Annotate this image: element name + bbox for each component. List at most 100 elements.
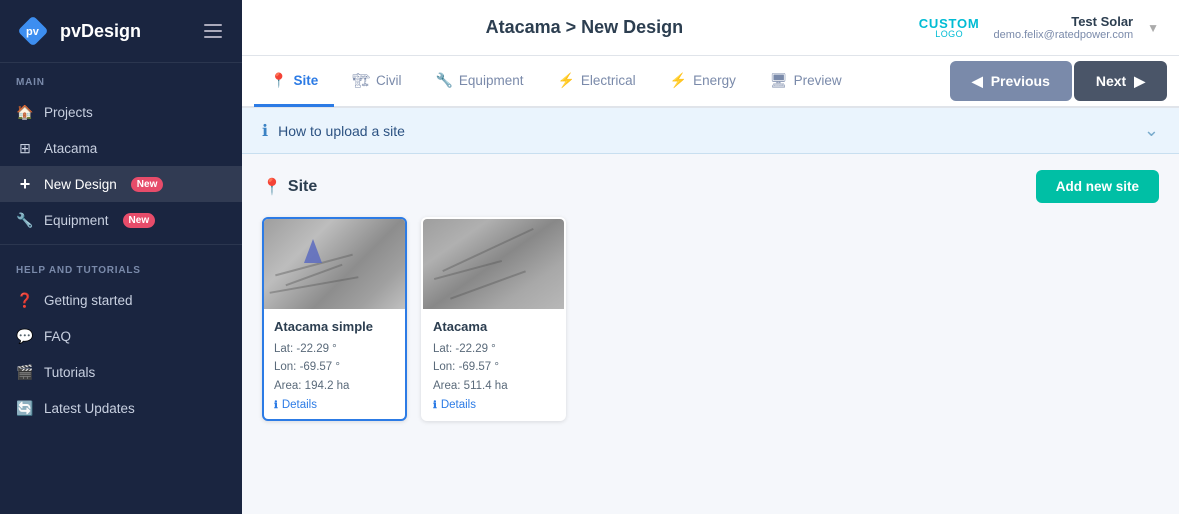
info-circle-icon: ℹ xyxy=(262,121,268,141)
refresh-icon: 🔄 xyxy=(16,399,34,417)
site-card-atacama[interactable]: Atacama Lat: -22.29 ° Lon: -69.57 ° Area… xyxy=(421,217,566,421)
main-area: Atacama > New Design CUSTOM LOGO Test So… xyxy=(242,0,1179,514)
tab-energy[interactable]: ⚡ Energy xyxy=(654,57,752,107)
sidebar-item-label: Getting started xyxy=(44,293,133,308)
tab-label: Site xyxy=(293,73,318,88)
sidebar-item-equipment[interactable]: 🔧 Equipment New xyxy=(0,202,242,238)
chevron-down-icon: ⌄ xyxy=(1144,120,1159,141)
details-label-1: Details xyxy=(282,399,317,411)
user-info: Test Solar demo.felix@ratedpower.com xyxy=(994,14,1134,41)
home-icon: 🏠 xyxy=(16,103,34,121)
pin-icon: 📍 xyxy=(270,72,287,89)
tab-label: Equipment xyxy=(459,73,524,88)
info-banner[interactable]: ℹ How to upload a site ⌄ xyxy=(242,108,1179,154)
add-new-site-button[interactable]: Add new site xyxy=(1036,170,1159,203)
user-chevron-icon[interactable]: ▼ xyxy=(1147,21,1159,35)
sidebar-item-label: Latest Updates xyxy=(44,401,135,416)
site-card-body-2: Atacama Lat: -22.29 ° Lon: -69.57 ° Area… xyxy=(423,309,564,419)
header-right: CUSTOM LOGO Test Solar demo.felix@ratedp… xyxy=(919,14,1159,41)
svg-text:pv: pv xyxy=(26,26,40,38)
site-title: 📍 Site xyxy=(262,177,317,197)
previous-label: Previous xyxy=(991,73,1050,89)
electrical-icon: ⚡ xyxy=(557,72,574,89)
sidebar-item-latest-updates[interactable]: 🔄 Latest Updates xyxy=(0,390,242,426)
civil-icon: 🏗 xyxy=(352,72,370,89)
content-area: ℹ How to upload a site ⌄ 📍 Site Add new … xyxy=(242,108,1179,514)
sidebar-item-label: FAQ xyxy=(44,329,71,344)
question-circle-icon: ❓ xyxy=(16,291,34,309)
site-card-name-2: Atacama xyxy=(433,319,554,334)
site-card-details-link-2[interactable]: ℹ Details xyxy=(433,399,554,411)
site-card-lon-2: Lon: -69.57 ° xyxy=(433,358,554,376)
pvdesign-logo-icon: pv xyxy=(16,14,50,48)
preview-icon: 🖥 xyxy=(770,72,788,89)
tab-label: Preview xyxy=(794,73,842,88)
tab-civil[interactable]: 🏗 Civil xyxy=(336,57,417,107)
tab-label: Energy xyxy=(693,73,736,88)
sidebar-item-label: Tutorials xyxy=(44,365,95,380)
site-card-name-1: Atacama simple xyxy=(274,319,395,334)
equipment-tab-icon: 🔧 xyxy=(435,72,452,89)
next-arrow-icon: ▶ xyxy=(1134,73,1145,90)
sidebar-item-atacama[interactable]: ⊞ Atacama xyxy=(0,130,242,166)
sidebar-item-label: Atacama xyxy=(44,141,97,156)
equipment-new-badge: New xyxy=(123,213,156,228)
sidebar-item-faq[interactable]: 💬 FAQ xyxy=(0,318,242,354)
tab-label: Civil xyxy=(376,73,402,88)
site-card-thumb-2 xyxy=(423,219,564,309)
top-header: Atacama > New Design CUSTOM LOGO Test So… xyxy=(242,0,1179,56)
info-icon-small-2: ℹ xyxy=(433,400,437,411)
page-title: Atacama > New Design xyxy=(262,17,907,38)
sidebar-item-new-design[interactable]: + New Design New xyxy=(0,166,242,202)
wrench-icon: 🔧 xyxy=(16,211,34,229)
sidebar-item-label: New Design xyxy=(44,177,117,192)
custom-sub: LOGO xyxy=(935,30,963,39)
site-cards: Atacama simple Lat: -22.29 ° Lon: -69.57… xyxy=(262,217,1159,421)
site-card-atacama-simple[interactable]: Atacama simple Lat: -22.29 ° Lon: -69.57… xyxy=(262,217,407,421)
sidebar: pv pvDesign MAIN 🏠 Projects ⊞ Atacama + … xyxy=(0,0,242,514)
sidebar-item-label: Projects xyxy=(44,105,93,120)
site-card-lat-1: Lat: -22.29 ° xyxy=(274,340,395,358)
sidebar-item-getting-started[interactable]: ❓ Getting started xyxy=(0,282,242,318)
site-title-text: Site xyxy=(288,178,317,196)
next-button[interactable]: Next ▶ xyxy=(1074,61,1167,101)
site-card-area-2: Area: 511.4 ha xyxy=(433,377,554,395)
site-card-area-1: Area: 194.2 ha xyxy=(274,377,395,395)
grid-icon: ⊞ xyxy=(16,139,34,157)
next-label: Next xyxy=(1096,73,1126,89)
tab-preview[interactable]: 🖥 Preview xyxy=(754,57,858,107)
plus-icon: + xyxy=(16,175,34,193)
custom-logo: CUSTOM LOGO xyxy=(919,17,980,39)
prev-arrow-icon: ◀ xyxy=(972,73,983,90)
sidebar-item-projects[interactable]: 🏠 Projects xyxy=(0,94,242,130)
site-card-thumb-1 xyxy=(264,219,405,309)
video-icon: 🎬 xyxy=(16,363,34,381)
tab-electrical[interactable]: ⚡ Electrical xyxy=(541,57,651,107)
sidebar-divider xyxy=(0,244,242,245)
energy-icon: ⚡ xyxy=(670,72,687,89)
new-badge: New xyxy=(131,177,164,192)
help-section-label: HELP AND TUTORIALS xyxy=(0,251,242,282)
site-card-lat-2: Lat: -22.29 ° xyxy=(433,340,554,358)
sidebar-item-tutorials[interactable]: 🎬 Tutorials xyxy=(0,354,242,390)
site-card-details-link-1[interactable]: ℹ Details xyxy=(274,399,395,411)
brand-name: pvDesign xyxy=(60,21,141,42)
info-icon-small-1: ℹ xyxy=(274,400,278,411)
tab-equipment[interactable]: 🔧 Equipment xyxy=(419,57,539,107)
user-name: Test Solar xyxy=(1071,14,1133,29)
previous-button[interactable]: ◀ Previous xyxy=(950,61,1072,101)
tab-site[interactable]: 📍 Site xyxy=(254,57,334,107)
sidebar-item-label: Equipment xyxy=(44,213,109,228)
tab-label: Electrical xyxy=(581,73,636,88)
site-section: 📍 Site Add new site Atacama simple xyxy=(242,154,1179,437)
site-card-lon-1: Lon: -69.57 ° xyxy=(274,358,395,376)
user-email: demo.felix@ratedpower.com xyxy=(994,29,1134,41)
hamburger-button[interactable] xyxy=(200,20,226,42)
details-label-2: Details xyxy=(441,399,476,411)
site-header: 📍 Site Add new site xyxy=(262,170,1159,203)
site-card-body-1: Atacama simple Lat: -22.29 ° Lon: -69.57… xyxy=(264,309,405,419)
chat-icon: 💬 xyxy=(16,327,34,345)
main-section-label: MAIN xyxy=(0,63,242,94)
info-banner-text: How to upload a site xyxy=(278,123,1134,139)
tabs-row: 📍 Site 🏗 Civil 🔧 Equipment ⚡ Electrical … xyxy=(242,56,1179,108)
